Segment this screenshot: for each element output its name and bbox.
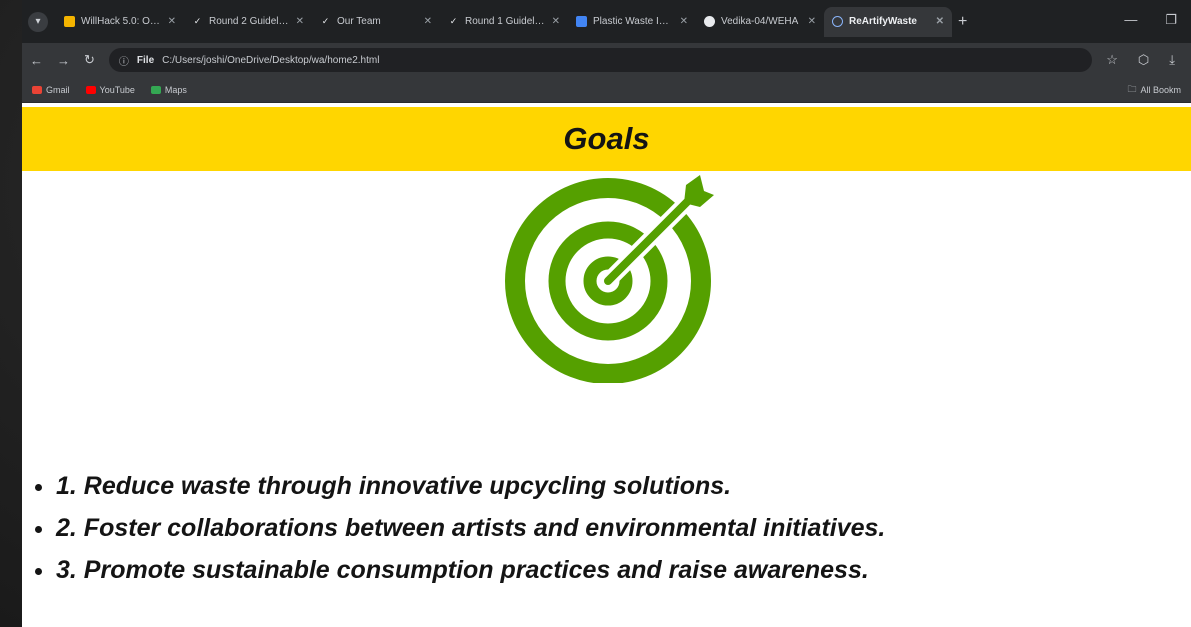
page-title: Goals xyxy=(563,121,650,156)
all-bookmarks-button[interactable]: 🗀 All Bookm xyxy=(1127,82,1181,98)
maps-icon xyxy=(150,85,161,94)
maximize-icon[interactable]: ❐ xyxy=(1165,12,1177,28)
tab-favicon: ✓ xyxy=(449,16,458,26)
tab-favicon: ✓ xyxy=(193,16,202,26)
tab-label: Round 2 Guidelines xyxy=(209,16,290,27)
tab-our-team[interactable]: ✓ Our Team ✕ xyxy=(312,7,440,37)
browser-toolbar: ← → ↻ ⓘ File C:/Users/joshi/OneDrive/Des… xyxy=(22,43,1191,77)
goals-list: 1. Reduce waste through innovative upcyc… xyxy=(22,465,885,591)
tab-search-icon[interactable]: ▾ xyxy=(28,11,48,32)
star-icon[interactable]: ☆ xyxy=(1106,52,1118,68)
tab-round1-guidelines[interactable]: ✓ Round 1 Guidelines ✕ xyxy=(440,7,568,37)
file-chip: File xyxy=(136,54,155,66)
extensions-icon[interactable]: ⬡ xyxy=(1138,52,1149,68)
youtube-icon xyxy=(85,85,96,94)
close-icon[interactable]: ✕ xyxy=(808,16,816,27)
bookmark-label: YouTube xyxy=(99,84,135,95)
tab-github[interactable]: Vedika-04/WEHA ✕ xyxy=(696,7,824,37)
tab-plastic-waste[interactable]: Plastic Waste Innov ✕ xyxy=(568,7,696,37)
bookmarks-bar: Gmail YouTube Maps 🗀 All Bookm xyxy=(22,77,1191,103)
reload-icon[interactable]: ↻ xyxy=(84,52,95,68)
folder-icon: 🗀 xyxy=(1127,83,1137,94)
tab-willhack[interactable]: WillHack 5.0: Onlin ✕ xyxy=(56,7,184,37)
window-controls: — ❐ xyxy=(1124,12,1177,28)
tab-favicon xyxy=(64,16,75,27)
close-icon[interactable]: ✕ xyxy=(424,16,432,27)
globe-icon xyxy=(832,16,843,27)
address-bar[interactable]: ⓘ File C:/Users/joshi/OneDrive/Desktop/w… xyxy=(108,48,1093,72)
bookmark-maps[interactable]: Maps xyxy=(150,84,187,95)
tab-round2-guidelines[interactable]: ✓ Round 2 Guidelines ✕ xyxy=(184,7,312,37)
list-item: 3. Promote sustainable consumption pract… xyxy=(56,549,885,591)
tab-reartifywaste[interactable]: ReArtifyWaste ✕ xyxy=(824,6,952,37)
close-icon[interactable]: ✕ xyxy=(296,16,304,27)
url-text[interactable]: C:/Users/joshi/OneDrive/Desktop/wa/home2… xyxy=(162,55,379,66)
tab-label: WillHack 5.0: Onlin xyxy=(81,16,162,27)
bookmark-label: Gmail xyxy=(46,84,70,95)
tab-favicon xyxy=(576,16,587,27)
target-arrow-icon xyxy=(505,175,714,383)
tab-label: Vedika-04/WEHA xyxy=(721,16,799,27)
close-icon[interactable]: ✕ xyxy=(168,16,176,27)
new-tab-button[interactable]: + xyxy=(958,13,967,31)
github-icon xyxy=(704,16,715,27)
all-bookmarks-label: All Bookm xyxy=(1140,84,1181,95)
site-info-icon[interactable]: ⓘ xyxy=(119,53,129,68)
tab-label: Round 1 Guidelines xyxy=(465,16,546,27)
bookmark-youtube[interactable]: YouTube xyxy=(85,84,135,95)
tab-label: Plastic Waste Innov xyxy=(593,16,674,27)
close-icon[interactable]: ✕ xyxy=(680,16,688,27)
gmail-icon xyxy=(32,85,42,94)
bookmark-label: Maps xyxy=(164,84,187,95)
tab-strip: ▾ WillHack 5.0: Onlin ✕ ✓ Round 2 Guidel… xyxy=(22,0,1191,43)
back-icon[interactable]: ← xyxy=(30,53,43,68)
browser-window: ▾ WillHack 5.0: Onlin ✕ ✓ Round 2 Guidel… xyxy=(22,0,1191,627)
page-content: Goals 1. Reduce waste through innovative… xyxy=(22,107,1191,627)
toolbar-actions: ☆ ⬡ ⤓ xyxy=(1106,52,1183,68)
list-item: 1. Reduce waste through innovative upcyc… xyxy=(56,465,885,507)
download-icon[interactable]: ⤓ xyxy=(1169,52,1175,68)
tab-favicon: ✓ xyxy=(321,16,330,26)
close-icon[interactable]: ✕ xyxy=(936,16,944,27)
close-icon[interactable]: ✕ xyxy=(552,16,560,27)
goals-banner: Goals xyxy=(22,107,1191,171)
minimize-icon[interactable]: — xyxy=(1124,12,1137,28)
tab-label: ReArtifyWaste xyxy=(849,16,917,27)
bookmark-gmail[interactable]: Gmail xyxy=(32,85,70,95)
tab-label: Our Team xyxy=(337,16,381,27)
list-item: 2. Foster collaborations between artists… xyxy=(56,507,885,549)
forward-icon[interactable]: → xyxy=(57,53,70,68)
